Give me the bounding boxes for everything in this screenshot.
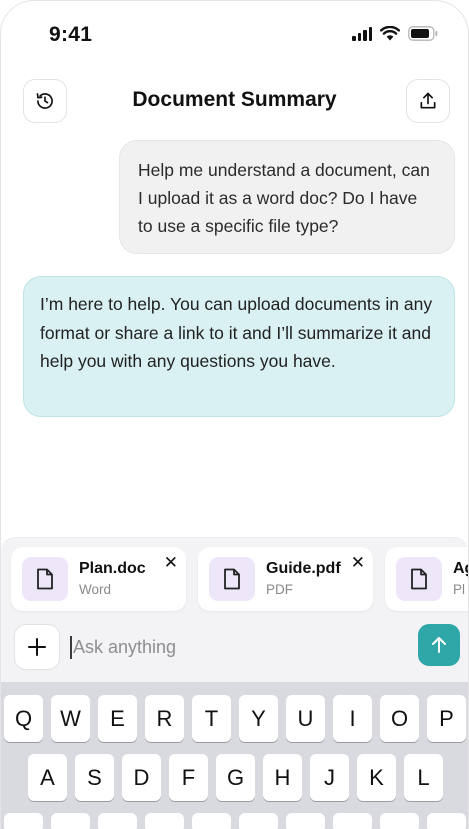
file-type: Word [79,582,112,597]
key-o[interactable]: O [380,695,419,742]
file-name: Plan.doc [79,560,146,577]
key-y[interactable]: Y [239,695,278,742]
key-blank[interactable] [333,813,372,829]
document-icon [411,568,427,590]
plus-icon [28,638,46,656]
file-type: PDF [266,582,293,597]
file-name: Guide.pdf [266,560,341,577]
phone-screen: 9:41 Document Summary Help me understand… [0,0,469,829]
app-header: Document Summary [1,79,468,125]
send-button[interactable] [418,624,460,666]
key-blank[interactable] [4,813,43,829]
attachment-card[interactable]: Guide.pdf PDF ✕ [198,547,373,611]
user-message-bubble: Help me understand a document, can I upl… [119,140,455,254]
key-k[interactable]: K [357,754,396,801]
file-thumbnail [209,557,255,601]
key-g[interactable]: G [216,754,255,801]
key-j[interactable]: J [310,754,349,801]
key-r[interactable]: R [145,695,184,742]
key-d[interactable]: D [122,754,161,801]
key-l[interactable]: L [404,754,443,801]
key-h[interactable]: H [263,754,302,801]
page-title: Document Summary [132,88,337,111]
key-blank[interactable] [51,813,90,829]
arrow-up-icon [432,637,446,653]
file-thumbnail [396,557,442,601]
keyboard-row-2: ASDFGHJKL [1,754,468,801]
attachment-list: Plan.doc Word ✕ Guide.pdf PDF ✕ A Pl [11,547,468,611]
composer-panel: Plan.doc Word ✕ Guide.pdf PDF ✕ A Pl Ask… [1,537,468,682]
key-blank[interactable] [286,813,325,829]
keyboard-row-3 [1,813,468,829]
file-name: Ag [453,560,468,577]
key-i[interactable]: I [333,695,372,742]
battery-icon [408,26,438,41]
keyboard: QWERTYUIOP ASDFGHJKL [1,682,468,829]
file-type: Pl [453,582,466,597]
key-t[interactable]: T [192,695,231,742]
key-blank[interactable] [192,813,231,829]
remove-attachment-button[interactable]: ✕ [351,554,365,571]
key-blank[interactable] [380,813,419,829]
status-time: 9:41 [49,23,93,46]
file-thumbnail [22,557,68,601]
key-blank[interactable] [239,813,278,829]
key-blank[interactable] [98,813,137,829]
status-bar: 9:41 [1,1,468,67]
key-q[interactable]: Q [4,695,43,742]
text-caret [70,636,72,659]
attachment-card[interactable]: Plan.doc Word ✕ [11,547,186,611]
key-u[interactable]: U [286,695,325,742]
assistant-message-bubble: I’m here to help. You can upload documen… [23,276,455,417]
key-a[interactable]: A [28,754,67,801]
key-w[interactable]: W [51,695,90,742]
remove-attachment-button[interactable]: ✕ [164,554,178,571]
share-upload-icon [420,92,436,109]
wifi-icon [380,26,400,41]
keyboard-row-1: QWERTYUIOP [1,695,468,742]
key-blank[interactable] [427,813,466,829]
attachment-card[interactable]: Ag Pl [385,547,468,611]
share-button[interactable] [406,79,450,123]
key-blank[interactable] [145,813,184,829]
cellular-signal-icon [352,26,372,41]
key-s[interactable]: S [75,754,114,801]
document-icon [37,568,53,590]
key-p[interactable]: P [427,695,466,742]
ask-input[interactable] [73,633,393,661]
status-icons [352,26,438,41]
document-icon [224,568,240,590]
key-e[interactable]: E [98,695,137,742]
add-button[interactable] [14,624,60,670]
key-f[interactable]: F [169,754,208,801]
